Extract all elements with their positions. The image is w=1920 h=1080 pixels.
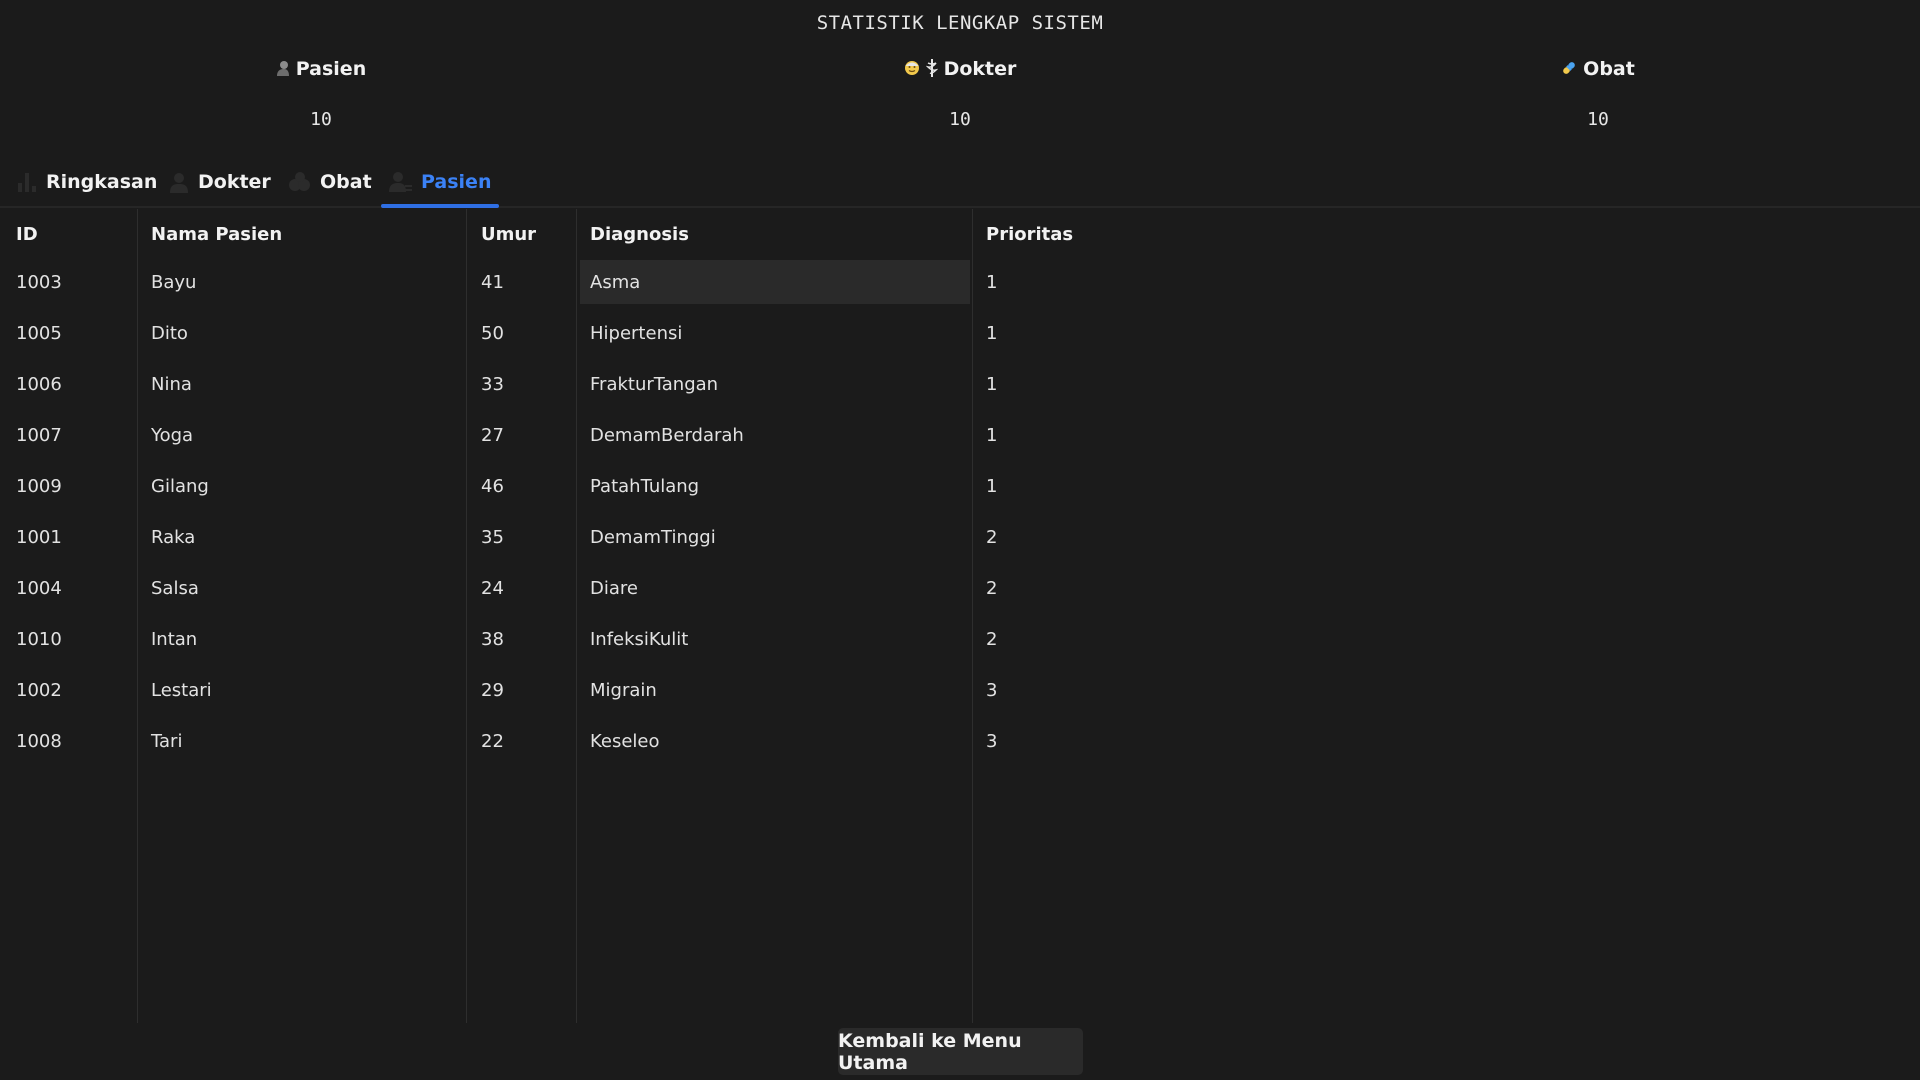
cell-priority[interactable]: 1 xyxy=(986,308,997,359)
cell-name[interactable]: Lestari xyxy=(151,665,212,716)
cell-id[interactable]: 1006 xyxy=(16,359,62,410)
cell-name[interactable]: Intan xyxy=(151,614,197,665)
pills-icon xyxy=(288,171,312,193)
cell-diagnosis[interactable]: Hipertensi xyxy=(590,308,682,359)
cell-age[interactable]: 33 xyxy=(481,359,504,410)
stat-label: Obat xyxy=(1583,58,1635,80)
cell-priority[interactable]: 2 xyxy=(986,512,997,563)
tab-ringkasan[interactable]: Ringkasan xyxy=(16,160,157,204)
cell-diagnosis[interactable]: DemamTinggi xyxy=(590,512,716,563)
cell-priority[interactable]: 2 xyxy=(986,563,997,614)
bar-chart-icon xyxy=(16,171,38,193)
stat-value: 10 xyxy=(310,109,332,130)
cell-diagnosis[interactable]: DemamBerdarah xyxy=(590,410,744,461)
column-header-diagnosis[interactable]: Diagnosis xyxy=(590,209,689,260)
cell-name[interactable]: Nina xyxy=(151,359,192,410)
tab-label: Obat xyxy=(320,171,372,193)
cell-id[interactable]: 1004 xyxy=(16,563,62,614)
stat-card-obat: Obat 10 xyxy=(1398,58,1798,130)
stat-value: 10 xyxy=(949,109,971,130)
cell-priority[interactable]: 1 xyxy=(986,359,997,410)
person-icon xyxy=(168,171,190,193)
stat-label: Pasien xyxy=(295,58,367,80)
table-row[interactable]: 1009 Gilang 46 PatahTulang 1 xyxy=(0,461,1920,512)
user-list-icon xyxy=(389,171,413,193)
cell-diagnosis[interactable]: InfeksiKulit xyxy=(590,614,688,665)
cell-name[interactable]: Salsa xyxy=(151,563,199,614)
cell-age[interactable]: 27 xyxy=(481,410,504,461)
tab-label: Pasien xyxy=(421,171,492,193)
cell-diagnosis[interactable]: PatahTulang xyxy=(590,461,699,512)
cell-name[interactable]: Raka xyxy=(151,512,195,563)
patient-table: ID Nama Pasien Umur Diagnosis Prioritas … xyxy=(0,209,1920,1023)
column-header-priority[interactable]: Prioritas xyxy=(986,209,1073,260)
cell-priority[interactable]: 1 xyxy=(986,461,997,512)
cell-id[interactable]: 1001 xyxy=(16,512,62,563)
cell-age[interactable]: 24 xyxy=(481,563,504,614)
cell-diagnosis[interactable]: Diare xyxy=(590,563,638,614)
stat-label-row: Dokter xyxy=(760,58,1160,80)
cell-name[interactable]: Gilang xyxy=(151,461,209,512)
stat-label-row: Obat xyxy=(1398,58,1798,80)
cell-age[interactable]: 22 xyxy=(481,716,504,767)
column-header-age[interactable]: Umur xyxy=(481,209,536,260)
stat-card-dokter: Dokter 10 xyxy=(760,58,1160,130)
table-row[interactable]: 1003 Bayu 41 Asma 1 xyxy=(0,257,1920,308)
cell-name[interactable]: Yoga xyxy=(151,410,193,461)
cell-priority[interactable]: 3 xyxy=(986,665,997,716)
cell-name[interactable]: Tari xyxy=(151,716,182,767)
table-row[interactable]: 1004 Salsa 24 Diare 2 xyxy=(0,563,1920,614)
cell-diagnosis[interactable]: Asma xyxy=(590,257,640,308)
table-row[interactable]: 1010 Intan 38 InfeksiKulit 2 xyxy=(0,614,1920,665)
cell-priority[interactable]: 1 xyxy=(986,410,997,461)
tab-label: Ringkasan xyxy=(46,171,158,193)
cell-age[interactable]: 29 xyxy=(481,665,504,716)
table-row[interactable]: 1008 Tari 22 Keseleo 3 xyxy=(0,716,1920,767)
stat-label: Dokter xyxy=(943,58,1017,80)
stat-card-pasien: Pasien 10 xyxy=(121,58,521,130)
person-icon xyxy=(276,60,290,79)
medical-symbol-icon xyxy=(925,58,939,80)
table-row[interactable]: 1005 Dito 50 Hipertensi 1 xyxy=(0,308,1920,359)
pill-icon xyxy=(1561,60,1577,79)
tab-label: Dokter xyxy=(198,171,271,193)
column-header-name[interactable]: Nama Pasien xyxy=(151,209,282,260)
cell-id[interactable]: 1003 xyxy=(16,257,62,308)
cell-id[interactable]: 1007 xyxy=(16,410,62,461)
column-header-id[interactable]: ID xyxy=(16,209,38,260)
table-header: ID Nama Pasien Umur Diagnosis Prioritas xyxy=(0,209,1920,260)
cell-priority[interactable]: 3 xyxy=(986,716,997,767)
cell-priority[interactable]: 1 xyxy=(986,257,997,308)
cell-diagnosis[interactable]: Keseleo xyxy=(590,716,660,767)
stat-value: 10 xyxy=(1587,109,1609,130)
tab-pasien[interactable]: Pasien xyxy=(380,160,501,208)
table-row[interactable]: 1006 Nina 33 FrakturTangan 1 xyxy=(0,359,1920,410)
cell-id[interactable]: 1010 xyxy=(16,614,62,665)
cell-age[interactable]: 41 xyxy=(481,257,504,308)
cell-age[interactable]: 35 xyxy=(481,512,504,563)
cell-id[interactable]: 1009 xyxy=(16,461,62,512)
tab-bar: Ringkasan Dokter Obat Pasien xyxy=(0,160,1920,208)
cell-diagnosis[interactable]: Migrain xyxy=(590,665,657,716)
cell-priority[interactable]: 2 xyxy=(986,614,997,665)
tab-obat[interactable]: Obat xyxy=(288,160,372,204)
cell-id[interactable]: 1002 xyxy=(16,665,62,716)
cell-id[interactable]: 1005 xyxy=(16,308,62,359)
cell-age[interactable]: 46 xyxy=(481,461,504,512)
cell-name[interactable]: Dito xyxy=(151,308,188,359)
doctor-face-icon xyxy=(904,60,920,79)
cell-id[interactable]: 1008 xyxy=(16,716,62,767)
tab-dokter[interactable]: Dokter xyxy=(168,160,271,204)
back-to-main-menu-button[interactable]: Kembali ke Menu Utama xyxy=(838,1028,1083,1075)
statistics-window: STATISTIK LENGKAP SISTEM Pasien 10 Dokte… xyxy=(0,0,1920,1080)
cell-age[interactable]: 50 xyxy=(481,308,504,359)
stat-label-row: Pasien xyxy=(121,58,521,80)
table-row[interactable]: 1007 Yoga 27 DemamBerdarah 1 xyxy=(0,410,1920,461)
cell-age[interactable]: 38 xyxy=(481,614,504,665)
table-row[interactable]: 1001 Raka 35 DemamTinggi 2 xyxy=(0,512,1920,563)
page-title: STATISTIK LENGKAP SISTEM xyxy=(816,12,1104,34)
table-row[interactable]: 1002 Lestari 29 Migrain 3 xyxy=(0,665,1920,716)
cell-diagnosis[interactable]: FrakturTangan xyxy=(590,359,718,410)
cell-name[interactable]: Bayu xyxy=(151,257,196,308)
